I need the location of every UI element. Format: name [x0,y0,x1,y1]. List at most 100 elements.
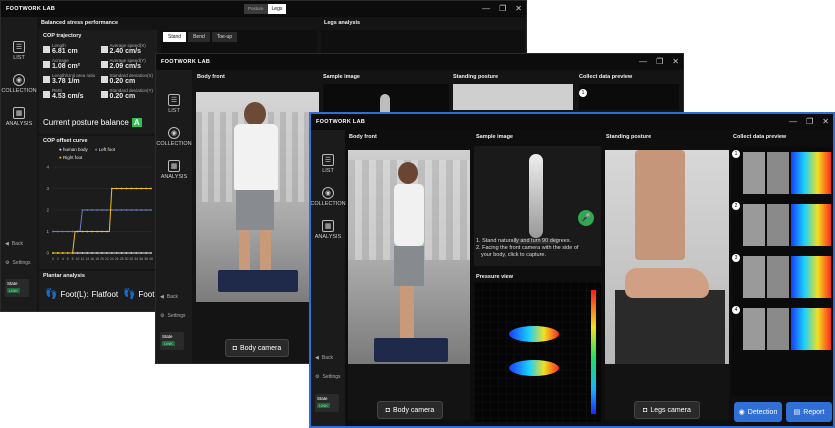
sidebar-item-collection[interactable]: ◉ COLLECTION [311,187,346,207]
tab-toe-up[interactable]: Toe-up [211,32,238,42]
microphone-icon[interactable]: 🎤 [578,210,594,226]
metric-item: Standard deviation(Y) 0.20 cm [100,88,156,100]
series-point [120,209,123,211]
tab-posture[interactable]: Posture [244,4,268,14]
sidebar-item-list[interactable]: ☰ LIST [156,94,192,114]
settings-button[interactable]: ⚙ Settings [1,260,37,266]
close-icon[interactable]: ✕ [822,117,829,126]
body-camera-button[interactable]: ◘ Body camera [225,339,289,357]
titlebar: FOOTWORK LAB Posture Legs — ❐ ✕ [1,1,526,17]
sidebar-item-label: COLLECTION [156,141,192,147]
legend-label: human body [62,147,88,152]
instructions: 1. Stand naturally and turn 90 degrees. … [476,238,601,259]
settings-button[interactable]: ⚙ Settings [311,374,345,380]
collect-preview-panel: 1 2 3 4 [732,146,833,396]
preview-row[interactable]: 1 [732,148,833,196]
series-line [53,188,151,254]
series-point [91,230,94,233]
body-camera-button[interactable]: ◘ Body camera [377,401,443,419]
sidebar-item-analysis[interactable]: ▦ ANALYSIS [156,160,192,180]
series-point [71,252,74,254]
series-point [150,209,152,211]
minimize-icon[interactable]: — [482,4,490,13]
series-point [96,230,98,233]
preview-row[interactable]: 2 [732,200,833,248]
series-point [106,230,108,233]
series-point [106,252,108,254]
tab-legs[interactable]: Legs [267,4,287,14]
list-icon: ☰ [322,154,334,166]
sidebar-item-collection[interactable]: ◉ COLLECTION [1,74,37,94]
sidebar-item-analysis[interactable]: ▦ ANALYSIS [311,220,345,240]
app-logo: FOOTWORK LAB [316,119,366,125]
body-front-photo [196,92,319,302]
sidebar-item-list[interactable]: ☰ LIST [1,41,37,61]
x-tick-label: 28 [120,257,124,261]
sample-figure [529,154,543,238]
close-icon[interactable]: ✕ [515,4,522,13]
x-tick-label: 34 [134,257,138,261]
metric-value: 4.53 cm/s [52,93,84,100]
sidebar: ☰ LIST ◉ COLLECTION ▦ ANALYSIS ◀ Back ⚙ Se… [156,70,192,363]
series-point [86,252,89,254]
preview-row[interactable]: 4 [732,304,833,352]
body-camera-label: Body camera [392,406,435,414]
tab-stand[interactable]: Stand [163,32,187,42]
state-label: State [7,281,18,286]
preview-thumb-pressure [791,308,831,350]
sidebar-item-list[interactable]: ☰ LIST [311,154,345,174]
scan-platform [374,338,448,362]
metric-value: 6.81 cm [52,48,78,55]
legs-camera-button[interactable]: ◘ Legs camera [634,401,700,419]
series-point [135,209,138,211]
link-status: LINK [317,403,330,408]
metric-icon [43,91,50,98]
settings-button[interactable]: ⚙ Settings [156,313,192,319]
cop-offset-chart: 432100 2 4 6 8 10 12 14 16 18 20 22 24 26 28 30 32 34 36 38… [46,165,153,262]
maximize-icon[interactable]: ❐ [499,4,506,13]
report-button[interactable]: ▤ Report [786,402,832,422]
maximize-icon[interactable]: ❐ [656,57,663,66]
back-label: Back [11,241,23,247]
sidebar-item-collection[interactable]: ◉ COLLECTION [156,127,192,147]
report-icon: ▤ [793,409,801,416]
body-side-photo [348,150,470,364]
section-legs-analysis: Legs analysis [324,20,361,26]
series-point [71,230,74,233]
preview-thumb-pressure [791,256,831,298]
series-point [110,187,113,190]
series-point [130,187,133,190]
detection-button[interactable]: ◉ Detection [734,402,782,422]
close-icon[interactable]: ✕ [672,57,679,66]
app-logo: FOOTWORK LAB [161,59,211,65]
metric-icon [100,76,108,83]
back-button[interactable]: ◀ Back [1,241,37,247]
tab-bend[interactable]: Bend [188,32,210,42]
header-pressure-view: Pressure view [476,274,513,280]
series-point [125,187,128,190]
series-point [81,252,84,254]
preview-thumb-body [743,308,765,350]
metric-icon [43,61,50,68]
preview-row[interactable]: 3 [732,252,833,300]
metric-icon [100,91,108,98]
x-tick-label: 6 [67,257,69,261]
cop-offset-title: COP offset curve [43,138,88,144]
back-button[interactable]: ◀ Back [311,355,345,361]
analysis-icon: ▦ [168,160,180,172]
maximize-icon[interactable]: ❐ [806,117,813,126]
standing-legs-photo [605,150,729,364]
metric-item: RMS 4.53 cm/s [43,88,98,100]
back-button[interactable]: ◀ Back [156,294,192,300]
person-shirt [234,124,278,190]
series-point [86,209,89,211]
minimize-icon[interactable]: — [789,117,797,126]
report-label: Report [803,408,825,416]
y-tick-label: 1 [46,229,49,234]
preview-thumb-pressure [791,204,831,246]
person-shorts [394,246,424,286]
sidebar-item-analysis[interactable]: ▦ ANALYSIS [1,107,37,127]
preview-thumb-body [743,256,765,298]
series-point [61,230,64,233]
minimize-icon[interactable]: — [639,57,647,66]
